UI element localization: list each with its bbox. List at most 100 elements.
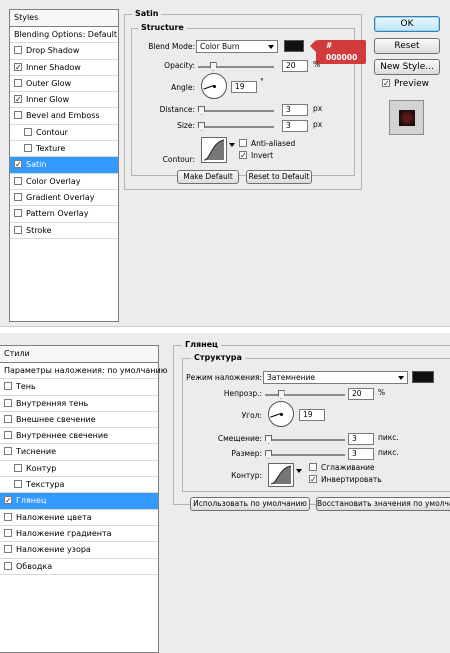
size-input[interactable]: 3: [282, 120, 308, 132]
checkbox-icon[interactable]: [239, 151, 247, 159]
make-default-button[interactable]: Make Default: [177, 170, 239, 184]
style-list-item[interactable]: Тиснение: [0, 444, 158, 461]
style-list-item[interactable]: Satin: [10, 157, 118, 174]
slider-thumb-icon[interactable]: [265, 435, 272, 444]
slider-thumb-icon[interactable]: [209, 62, 217, 71]
style-list-item[interactable]: Contour: [10, 125, 118, 142]
reset-to-default-button-ru[interactable]: Восстановить значения по умолчанию: [316, 497, 450, 511]
style-list-item-label: Параметры наложения: по умолчанию: [4, 366, 168, 375]
style-list-item[interactable]: Обводка: [0, 559, 158, 575]
preview-option[interactable]: Preview: [382, 79, 429, 90]
checkbox-icon[interactable]: [4, 561, 12, 570]
new-style-button[interactable]: New Style...: [374, 59, 440, 75]
checkbox-icon[interactable]: [14, 225, 22, 234]
make-default-button-ru[interactable]: Использовать по умолчанию: [190, 497, 310, 511]
invert-label: Invert: [251, 151, 274, 160]
contour-picker-ru[interactable]: [268, 463, 302, 487]
style-list-item[interactable]: Контур: [0, 461, 158, 478]
checkbox-icon[interactable]: [14, 176, 22, 185]
style-list-item[interactable]: Наложение градиента: [0, 526, 158, 543]
opacity-input-ru[interactable]: 20: [348, 388, 374, 400]
ok-button[interactable]: OK: [374, 16, 440, 32]
checkbox-icon[interactable]: [14, 46, 22, 55]
shadow-color-swatch-ru[interactable]: [412, 371, 434, 383]
checkbox-icon[interactable]: [4, 382, 12, 391]
checkbox-icon[interactable]: [14, 62, 22, 71]
contour-picker[interactable]: [201, 137, 235, 163]
style-list-item[interactable]: Pattern Overlay: [10, 206, 118, 223]
invert-option[interactable]: Invert: [239, 151, 273, 161]
checkbox-icon[interactable]: [14, 111, 22, 120]
checkbox-icon[interactable]: [14, 160, 22, 169]
slider-thumb-icon[interactable]: [277, 390, 285, 399]
style-list-item[interactable]: Текстура: [0, 477, 158, 494]
checkbox-icon[interactable]: [4, 431, 12, 440]
opacity-input[interactable]: 20: [282, 60, 308, 72]
checkbox-icon[interactable]: [4, 414, 12, 423]
angle-input-ru[interactable]: 19: [299, 409, 325, 421]
checkbox-icon[interactable]: [24, 144, 32, 153]
style-list-item[interactable]: Color Overlay: [10, 174, 118, 190]
anti-aliased-option-ru[interactable]: Сглаживание: [309, 463, 375, 473]
reset-to-default-button[interactable]: Reset to Default: [246, 170, 312, 184]
checkbox-icon[interactable]: [14, 95, 22, 104]
angle-input[interactable]: 19: [231, 81, 257, 93]
style-list-item[interactable]: Inner Shadow: [10, 60, 118, 76]
checkbox-icon[interactable]: [4, 528, 12, 537]
checkbox-icon[interactable]: [4, 447, 12, 456]
style-list-item[interactable]: Тень: [0, 379, 158, 396]
style-list-item[interactable]: Внутренняя тень: [0, 396, 158, 412]
distance-slider-ru[interactable]: [265, 435, 345, 444]
style-list-item[interactable]: Глянец: [0, 493, 158, 510]
slider-thumb-icon[interactable]: [198, 106, 205, 115]
style-list-item-label: Gradient Overlay: [26, 192, 95, 202]
distance-input[interactable]: 3: [282, 104, 308, 116]
checkbox-icon[interactable]: [14, 78, 22, 87]
anti-aliased-option[interactable]: Anti-aliased: [239, 139, 295, 149]
style-list-item[interactable]: Наложение узора: [0, 542, 158, 559]
size-input-ru[interactable]: 3: [348, 448, 374, 460]
style-list-item[interactable]: Texture: [10, 141, 118, 158]
slider-thumb-icon[interactable]: [265, 450, 272, 459]
reset-button[interactable]: Reset: [374, 38, 440, 54]
style-list-item[interactable]: Внутреннее свечение: [0, 428, 158, 445]
shadow-color-swatch[interactable]: [284, 40, 304, 52]
style-list-item[interactable]: Наложение цвета: [0, 510, 158, 526]
checkbox-icon[interactable]: [14, 209, 22, 218]
style-list-item[interactable]: Drop Shadow: [10, 43, 118, 60]
checkbox-icon[interactable]: [24, 127, 32, 136]
blend-mode-select[interactable]: Color Burn: [196, 40, 278, 53]
opacity-slider-ru[interactable]: [265, 390, 345, 399]
style-list-item[interactable]: Параметры наложения: по умолчанию: [0, 363, 167, 380]
opacity-slider[interactable]: [198, 62, 274, 71]
checkbox-icon[interactable]: [4, 545, 12, 554]
size-slider-ru[interactable]: [265, 450, 345, 459]
style-list-item[interactable]: Outer Glow: [10, 76, 118, 93]
style-list-item-label: Outer Glow: [26, 78, 72, 88]
style-list-item[interactable]: Bevel and Emboss: [10, 108, 118, 125]
checkbox-icon[interactable]: [309, 463, 317, 471]
style-list-item[interactable]: Внешнее свечение: [0, 412, 158, 429]
angle-dial-icon[interactable]: [201, 73, 227, 99]
checkbox-icon[interactable]: [14, 192, 22, 201]
checkbox-icon[interactable]: [4, 496, 12, 505]
distance-slider[interactable]: [198, 106, 274, 115]
distance-input-ru[interactable]: 3: [348, 433, 374, 445]
checkbox-icon[interactable]: [309, 475, 317, 483]
slider-thumb-icon[interactable]: [198, 122, 205, 131]
style-list-item[interactable]: Inner Glow: [10, 92, 118, 109]
blend-mode-select-ru[interactable]: Затемнение: [263, 371, 408, 384]
checkbox-icon[interactable]: [4, 398, 12, 407]
invert-option-ru[interactable]: Инвертировать: [309, 475, 382, 485]
size-slider[interactable]: [198, 122, 274, 131]
angle-dial-icon[interactable]: [268, 401, 294, 427]
checkbox-icon[interactable]: [14, 463, 22, 472]
checkbox-icon[interactable]: [4, 512, 12, 521]
style-list-item[interactable]: Stroke: [10, 223, 118, 239]
style-list-item[interactable]: Gradient Overlay: [10, 190, 118, 207]
checkbox-icon[interactable]: [382, 79, 390, 87]
style-list-item[interactable]: Blending Options: Default: [10, 27, 118, 44]
checkbox-icon[interactable]: [239, 139, 247, 147]
opacity-label-ru: Непрозр.:: [223, 389, 262, 398]
checkbox-icon[interactable]: [14, 480, 22, 489]
